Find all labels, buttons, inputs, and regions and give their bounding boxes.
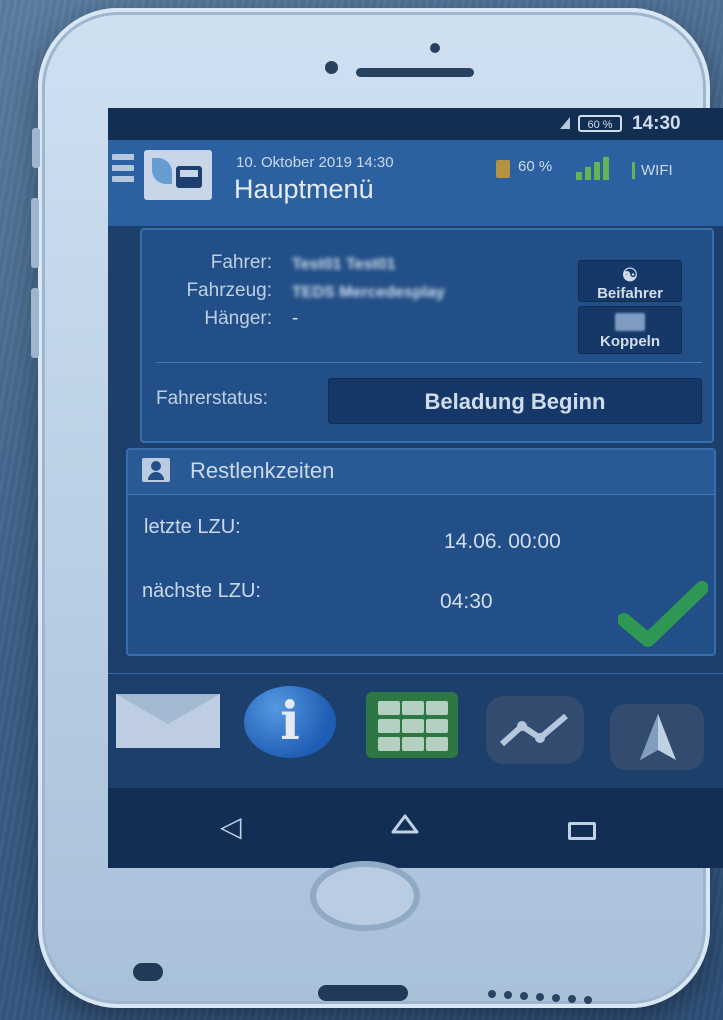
mail-icon[interactable]: [116, 694, 220, 748]
signal-strength-icon: [576, 154, 620, 180]
speaker-grille-dot: [536, 993, 544, 1001]
grid-icon[interactable]: [366, 692, 458, 758]
header-battery: 60 %: [518, 158, 553, 175]
front-camera-icon: [325, 61, 338, 74]
speaker-grille-dot: [568, 995, 576, 1003]
battery-indicator: 60 %: [578, 115, 622, 132]
speaker-grille-dot: [552, 994, 560, 1002]
header-date: 10. Oktober 2019 14:30: [236, 154, 394, 171]
network-type: WIFI: [632, 162, 673, 179]
volume-up-button: [31, 198, 39, 268]
system-navigation-bar: ◁: [108, 788, 723, 868]
divider: [156, 362, 702, 363]
trailer-icon: [615, 313, 645, 331]
driver-label: Fahrer:: [210, 252, 272, 273]
next-lzu-label: nächste LZU:: [142, 580, 261, 602]
checkmark-icon: [618, 581, 708, 647]
volume-down-button: [31, 288, 39, 358]
sensor-icon: [430, 43, 440, 53]
info-icon[interactable]: i: [244, 686, 336, 758]
home-icon[interactable]: [390, 812, 420, 836]
chart-icon[interactable]: [486, 696, 584, 764]
group-icon: ☯: [621, 265, 639, 285]
speaker-grille-dot: [584, 996, 592, 1004]
mute-switch: [32, 128, 40, 168]
rest-times-panel: Restlenkzeiten letzte LZU: 14.06. 00:00 …: [126, 448, 716, 656]
codriver-button[interactable]: ☯ Beifahrer: [578, 260, 682, 302]
home-button: [310, 861, 420, 931]
vehicle-value: TEDS Mercedesplay: [292, 284, 445, 301]
person-icon: [142, 458, 170, 482]
speaker-grille-dot: [488, 990, 496, 998]
navigation-icon[interactable]: [610, 704, 704, 770]
last-lzu-value: 14.06. 00:00: [444, 530, 561, 553]
couple-button[interactable]: Koppeln: [578, 306, 682, 354]
signal-icon: [560, 117, 570, 129]
codriver-button-label: Beifahrer: [597, 285, 663, 302]
last-lzu-label: letzte LZU:: [144, 516, 241, 538]
speaker-grille-dot: [520, 992, 528, 1000]
microphone-grille: [133, 963, 163, 981]
charging-port: [318, 985, 408, 1001]
system-status-bar: 60 % 14:30: [108, 108, 723, 140]
trailer-value: -: [292, 308, 299, 329]
page-title: Hauptmenü: [234, 174, 374, 204]
phone-screen: 60 % 14:30 10. Oktober 2019 14:30 Hauptm…: [108, 108, 723, 868]
driver-value: Test01 Test01: [292, 256, 396, 273]
vehicle-label: Fahrzeug:: [186, 280, 272, 301]
divider: [108, 673, 723, 674]
speaker-grille-dot: [504, 991, 512, 999]
rest-times-title: Restlenkzeiten: [190, 458, 335, 483]
app-navigation: i: [108, 686, 723, 778]
driver-status-label: Fahrerstatus:: [156, 388, 268, 409]
hamburger-icon[interactable]: [112, 154, 134, 190]
driver-info-panel: Fahrer: Test01 Test01 Fahrzeug: TEDS Mer…: [140, 228, 714, 443]
app-header: 10. Oktober 2019 14:30 Hauptmenü 60 % WI…: [108, 140, 723, 226]
driver-status-button[interactable]: Beladung Beginn: [328, 378, 702, 424]
battery-icon: [496, 160, 510, 178]
trailer-label: Hänger:: [204, 308, 272, 329]
recents-icon[interactable]: [568, 822, 596, 840]
back-icon[interactable]: ◁: [220, 810, 242, 843]
earpiece-speaker: [356, 68, 474, 77]
rest-times-header: Restlenkzeiten: [128, 450, 714, 495]
status-time: 14:30: [632, 113, 681, 134]
phone-frame: 60 % 14:30 10. Oktober 2019 14:30 Hauptm…: [31, 8, 723, 1008]
next-lzu-value: 04:30: [440, 590, 493, 613]
truck-leaf-logo-icon: [144, 150, 212, 200]
couple-button-label: Koppeln: [600, 333, 660, 350]
